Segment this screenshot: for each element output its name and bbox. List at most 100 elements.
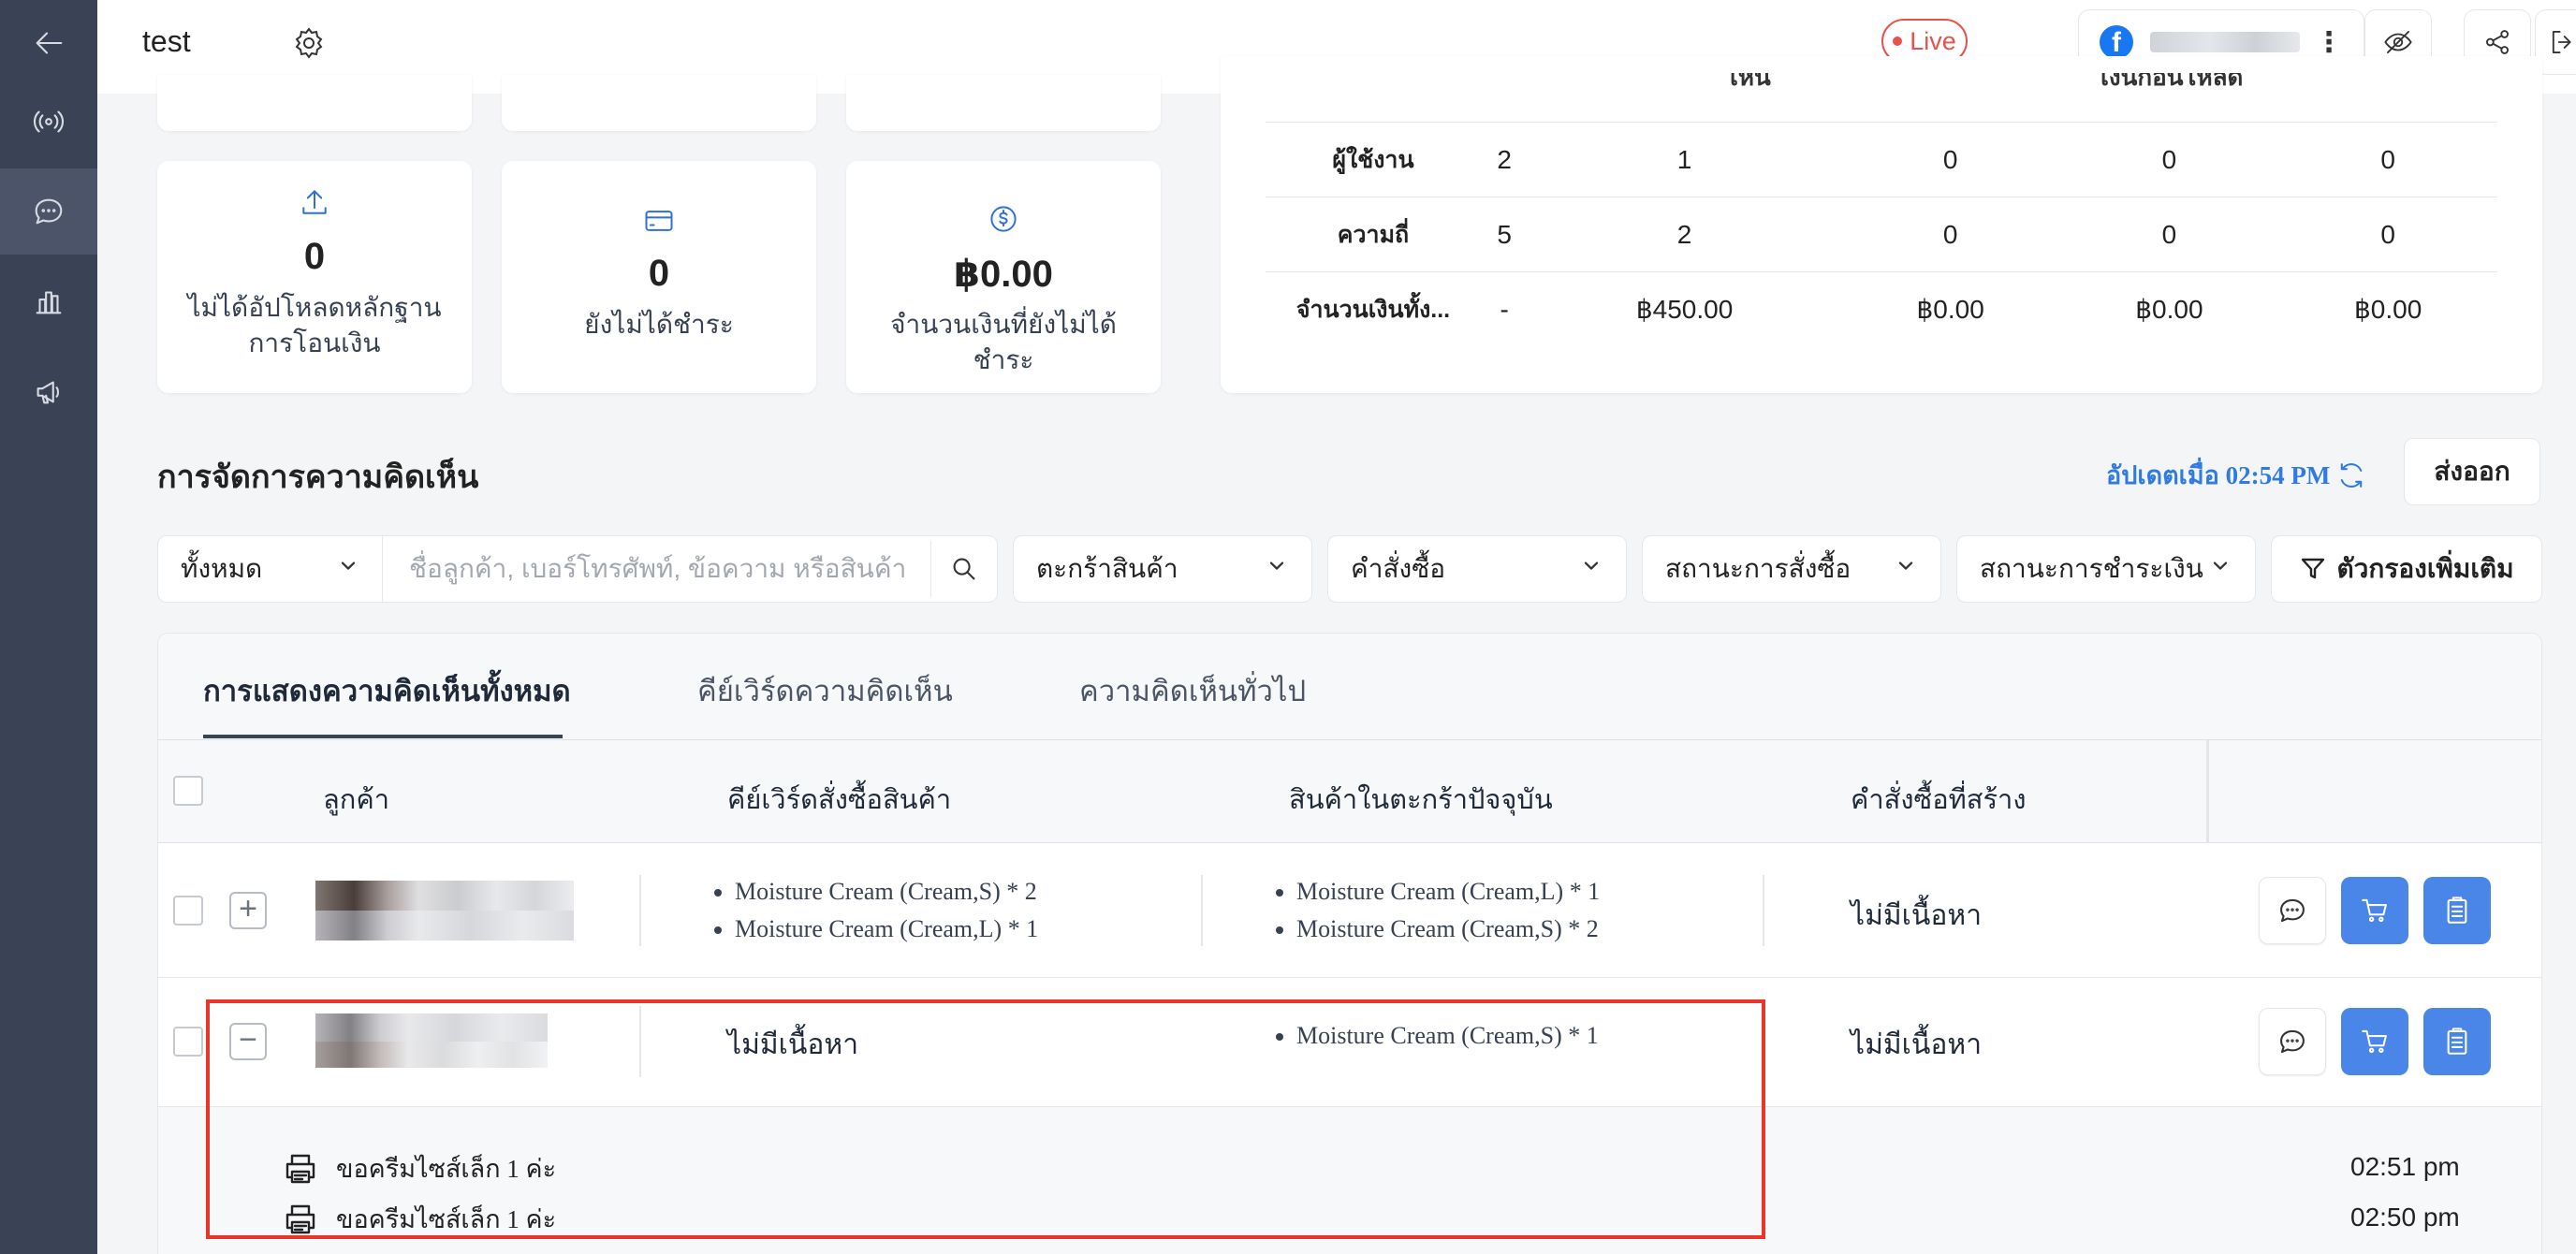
search-box [382,535,998,603]
more-filters-button[interactable]: ตัวกรองเพิ่มเติม [2271,535,2542,603]
row-checkbox[interactable] [173,1027,203,1057]
cell-divider [1201,875,1203,946]
keyword-order-list: Moisture Cream (Cream,S) * 2 Moisture Cr… [710,873,1038,948]
create-order-button[interactable] [2423,877,2491,944]
list-item: Moisture Cream (Cream,L) * 1 [735,911,1038,948]
filter-funnel-icon [2302,558,2325,579]
chevron-down-icon [1898,561,1913,570]
summary-cell: ฿0.00 [1840,271,2060,347]
cell-divider [1763,1006,1764,1077]
chevron-down-icon [1269,561,1284,570]
summary-table: ผู้ใช้งาน 2 1 0 0 0 ความถี่ 5 2 0 0 0 จำ… [1266,122,2497,347]
broadcast-icon [33,110,65,133]
keywords-empty-text: ไม่มีเนื้อหา [727,1029,859,1060]
chat-bubble-icon [35,198,63,225]
list-item: Moisture Cream (Cream,L) * 1 [1296,873,1600,911]
select-all-checkbox[interactable] [173,776,203,806]
summary-cell: ฿0.00 [2059,271,2279,347]
summary-cell: 2 [1528,197,1841,272]
chevron-down-icon [1584,561,1599,570]
scope-select[interactable]: ทั้งหมด [157,535,384,603]
column-header-keywords: คีย์เวิร์ดสั่งซื้อสินค้า [727,785,952,815]
row-checkbox[interactable] [173,896,203,926]
comment-text: ขอครีมไซส์เล็ก 1 ค่ะ [336,1205,557,1233]
sidebar-item-live[interactable] [0,79,97,165]
chat-bubble-icon [2280,898,2305,923]
tab-general-comments[interactable]: ความคิดเห็นทั่วไป [1079,667,1306,714]
column-header-customer: ลูกค้า [323,785,390,815]
cart-icon [2362,1029,2387,1054]
summary-cell: ฿0.00 [2278,271,2497,347]
gear-icon [295,27,323,59]
cart-filter-value: ตะกร้าสินค้า [1036,554,1178,583]
order-status-filter-select[interactable]: สถานะการสั่งซื้อ [1642,535,1941,603]
cart-filter-select[interactable]: ตะกร้าสินค้า [1013,535,1312,603]
tab-keyword-comments[interactable]: คีย์เวิร์ดความคิดเห็น [697,667,953,714]
cell-divider [639,875,641,946]
stat-value: 0 [303,236,326,277]
expand-row-button[interactable]: + [229,892,267,929]
add-to-cart-button[interactable] [2341,1008,2408,1075]
clipboard-icon [2447,1028,2467,1055]
comment-time: 02:50 pm [2350,1203,2460,1232]
collapse-row-button[interactable]: − [229,1023,267,1060]
arrow-left-icon [36,32,63,54]
stat-card-unpaid-amount: ฿0.00 จำนวนเงินที่ยังไม่ได้ชำระ [846,161,1161,393]
dollar-circle-icon [990,206,1017,232]
comments-table-panel: การแสดงความคิดเห็นทั้งหมด คีย์เวิร์ดความ… [157,633,2542,1254]
reply-comment-button[interactable] [2259,1008,2326,1075]
list-item: Moisture Cream (Cream,S) * 2 [735,873,1038,911]
summary-row-label: ความถี่ [1266,197,1481,272]
stat-value: ฿0.00 [954,254,1053,295]
sidebar-item-comments[interactable] [0,168,97,255]
printer-icon[interactable] [282,1150,319,1188]
expanded-comments: ขอครีมไซส์เล็ก 1 ค่ะ 02:51 pm ขอครีมไซส์… [158,1107,2541,1254]
summary-cell: - [1481,271,1529,347]
sidebar [0,0,97,1254]
column-header-cart: สินค้าในตะกร้าปัจจุบัน [1289,785,1553,815]
list-item: Moisture Cream (Cream,S) * 1 [1296,1017,1599,1055]
summary-header-partial: เห็น [1730,73,1771,91]
comment-time: 02:51 pm [2350,1152,2460,1181]
eye-off-icon [2384,31,2412,53]
cell-divider [639,1006,641,1077]
bar-chart-icon [36,291,62,314]
comment-text: ขอครีมไซส์เล็ก 1 ค่ะ [336,1155,557,1183]
search-icon [953,558,975,580]
refresh-button[interactable]: อัปเดตเมื่อ 02:54 PM [2106,455,2367,495]
reply-comment-button[interactable] [2259,877,2326,944]
search-button[interactable] [931,536,997,602]
tabs-bar: การแสดงความคิดเห็นทั้งหมด คีย์เวิร์ดความ… [158,634,2541,740]
summary-cell: 5 [1481,197,1529,272]
orders-cell: ไม่มีเนื้อหา [1851,1029,1983,1060]
chevron-down-icon [2213,561,2228,570]
facebook-icon: f [2100,25,2133,59]
payment-status-filter-select[interactable]: สถานะการชำระเงิน [1956,535,2256,603]
summary-cell: 0 [1840,197,2060,272]
customer-name-redacted [315,911,574,940]
create-order-button[interactable] [2423,1008,2491,1075]
table-row: + Moisture Cream (Cream,S) * 2 Moisture … [158,843,2541,978]
add-to-cart-button[interactable] [2341,877,2408,944]
summary-row: จำนวนเงินทั้ง... - ฿450.00 ฿0.00 ฿0.00 ฿… [1266,271,2497,347]
back-button[interactable] [0,0,97,86]
stat-card-unpaid: 0 ยังไม่ได้ชำระ [502,161,816,393]
payment-status-filter-value: สถานะการชำระเงิน [1980,554,2203,583]
comment-item: ขอครีมไซส์เล็ก 1 ค่ะ [282,1148,556,1188]
printer-icon[interactable] [282,1201,319,1238]
summary-row: ผู้ใช้งาน 2 1 0 0 0 [1266,122,2497,197]
table-row: − ไม่มีเนื้อหา Moisture Cream (Cream,S) … [158,978,2541,1107]
stat-card-unuploaded-proof: 0 ไม่ได้อัปโหลดหลักฐานการโอนเงิน [157,161,472,393]
sidebar-item-marketing[interactable] [0,348,97,434]
search-input[interactable] [383,541,931,597]
upload-icon [302,190,327,214]
summary-row-label: จำนวนเงินทั้ง... [1266,271,1481,347]
order-filter-select[interactable]: คำสั่งซื้อ [1327,535,1627,603]
order-filter-value: คำสั่งซื้อ [1351,554,1446,583]
sidebar-item-stats[interactable] [0,258,97,344]
customer-avatar-redacted [315,881,574,911]
more-options-icon[interactable]: ⋮ [2315,26,2343,59]
export-button[interactable]: ส่งออก [2404,438,2540,505]
settings-button[interactable] [290,24,328,62]
tab-all-comments[interactable]: การแสดงความคิดเห็นทั้งหมด [203,667,571,714]
